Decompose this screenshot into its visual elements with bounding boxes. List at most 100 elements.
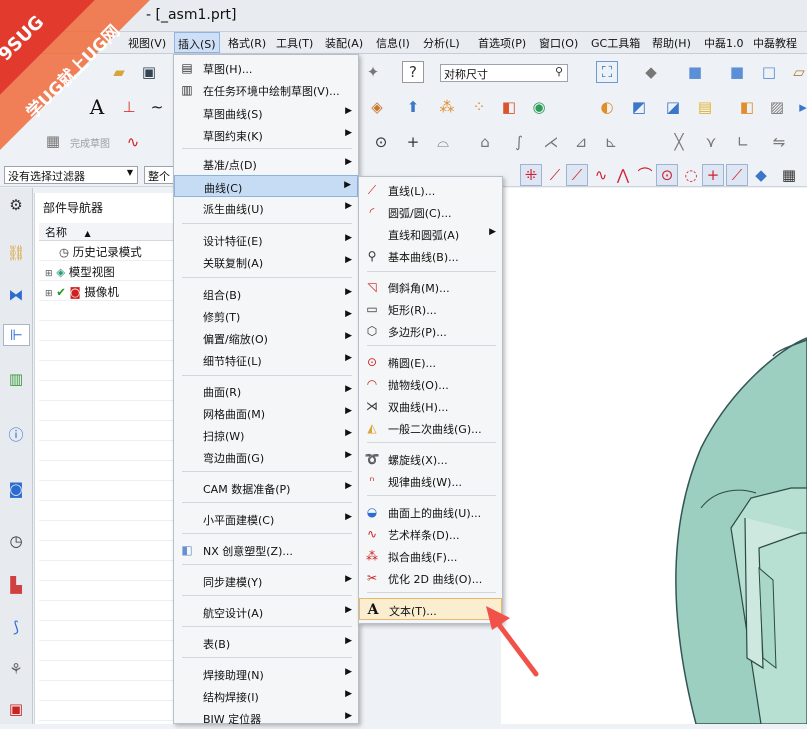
insert-menu-item[interactable]: 小平面建模(C) ▶ — [174, 508, 358, 530]
expand-plus-icon[interactable]: ⊞ — [45, 269, 53, 279]
open-folder-icon[interactable]: ▰ — [108, 61, 130, 83]
feature-icon[interactable]: ◉ — [528, 96, 550, 118]
web-browser-icon[interactable]: ◙ — [5, 478, 27, 500]
insert-menu-item[interactable]: 曲线(C) ▶ — [174, 175, 358, 197]
curve-menu-item[interactable]: ⁿ 规律曲线(W)... — [359, 470, 502, 492]
process-studio-icon[interactable]: ⚘ — [5, 658, 27, 680]
menu-assembly[interactable]: 装配(A) — [325, 35, 363, 51]
curve-menu-item[interactable]: ⬡ 多边形(P)... — [359, 320, 502, 342]
insert-menu-item[interactable]: 细节特征(L) ▶ — [174, 349, 358, 371]
palette-icon[interactable]: ▙ — [5, 574, 27, 596]
curve-tool-icon[interactable]: ∼ — [146, 96, 168, 118]
insert-menu-item[interactable]: 修剪(T) ▶ — [174, 305, 358, 327]
datum-csys-icon[interactable]: ⊥ — [118, 96, 140, 118]
curve-menu-item[interactable]: ◠ 抛物线(O)... — [359, 373, 502, 395]
tree-row-model-views[interactable]: ⊞ ◈ 模型视图 — [45, 264, 115, 280]
combine-icon[interactable]: ◧ — [498, 96, 520, 118]
menu-gc-toolbox[interactable]: GC工具箱 — [591, 35, 640, 51]
sheet-icon[interactable]: ▨ — [766, 96, 788, 118]
tree-row-cameras[interactable]: ⊞ ✔ ◙ 摄像机 — [45, 284, 119, 300]
menu-analysis[interactable]: 分析(L) — [423, 35, 460, 51]
more-tools-icon[interactable]: ▸ — [792, 96, 807, 118]
menu-zhonglei[interactable]: 中磊1.0 — [704, 35, 744, 51]
extend-icon[interactable]: ⊾ — [600, 131, 622, 153]
menu-window[interactable]: 窗口(O) — [539, 35, 578, 51]
trim-icon[interactable]: ⊿ — [570, 131, 592, 153]
menu-help[interactable]: 帮助(H) — [652, 35, 691, 51]
constraint-navigator-icon[interactable]: ⧓ — [5, 284, 27, 306]
insert-menu-item[interactable]: 派生曲线(U) ▶ — [174, 197, 358, 219]
curve-menu-item[interactable]: ∿ 艺术样条(D)... — [359, 523, 502, 545]
text-tool-icon[interactable]: A — [86, 96, 108, 118]
curve-menu-item[interactable]: ⋊ 双曲线(H)... — [359, 395, 502, 417]
render-style-icon[interactable]: ◆ — [640, 61, 662, 83]
menu-info[interactable]: 信息(I) — [376, 35, 410, 51]
center-icon[interactable]: ⊙ — [656, 164, 678, 186]
settings-gear-icon[interactable]: ⚙ — [5, 194, 27, 216]
curve-menu-item[interactable]: ◭ 一般二次曲线(G)... — [359, 417, 502, 439]
info-icon[interactable]: ? — [402, 61, 424, 83]
section-icon[interactable]: ▱ — [788, 61, 807, 83]
shaded-cube-icon[interactable]: ■ — [684, 61, 706, 83]
insert-menu-item[interactable]: 焊接助理(N) ▶ — [174, 663, 358, 685]
snap-point-icon[interactable]: ⁜ — [520, 164, 542, 186]
insert-menu-item[interactable]: 曲面(R) ▶ — [174, 380, 358, 402]
existing-point-icon[interactable]: + — [702, 164, 724, 186]
fit-view-icon[interactable]: ⛶ — [596, 61, 618, 83]
insert-menu-item[interactable]: 结构焊接(I) ▶ — [174, 685, 358, 707]
chamfer-tool-icon[interactable]: ◩ — [628, 96, 650, 118]
dimension-combo[interactable]: 对称尺寸 ⚲ — [440, 64, 568, 82]
grid-icon[interactable]: ▦ — [778, 164, 800, 186]
menu-preferences[interactable]: 首选项(P) — [478, 35, 526, 51]
cube-icon[interactable]: ■ — [726, 61, 748, 83]
boolean-icon[interactable]: ⁘ — [468, 96, 490, 118]
scope-combo[interactable]: 整个 — [144, 166, 174, 184]
pattern-icon[interactable]: ⁂ — [436, 96, 458, 118]
intersection-icon[interactable]: ⋀ — [612, 164, 634, 186]
curve-menu-item[interactable]: ◜ 圆弧/圆(C)... — [359, 201, 502, 223]
fillet-sketch-icon[interactable]: ⌓ — [432, 131, 454, 153]
history-clock-icon[interactable]: ◷ — [5, 530, 27, 552]
insert-menu-item[interactable]: 草图约束(K) ▶ — [174, 124, 358, 146]
end-point-icon[interactable]: ⟋ — [544, 164, 566, 186]
curve-menu-item[interactable]: ◒ 曲面上的曲线(U)... — [359, 501, 502, 523]
curve-menu-item[interactable]: ✂ 优化 2D 曲线(O)... — [359, 567, 502, 589]
menu-view[interactable]: 视图(V) — [128, 35, 166, 51]
insert-menu-item[interactable]: 弯边曲面(G) ▶ — [174, 446, 358, 468]
roles-icon[interactable]: ▣ — [5, 698, 27, 720]
insert-menu-item[interactable]: ▥ 在任务环境中绘制草图(V)... — [174, 79, 358, 101]
hole-icon[interactable]: ⬆ — [402, 96, 424, 118]
snap-icon[interactable]: ✦ — [362, 61, 384, 83]
save-icon[interactable]: ▣ — [138, 61, 160, 83]
extrude-icon[interactable]: ◈ — [366, 96, 388, 118]
rectangle-sketch-icon[interactable]: ⌂ — [474, 131, 496, 153]
menu-insert[interactable]: 插入(S) — [174, 32, 220, 53]
menu-zhonglei-tutorial[interactable]: 中磊教程 — [753, 35, 797, 51]
finish-sketch-label[interactable]: 完成草图 — [70, 135, 110, 150]
quick-trim-icon[interactable]: ╳ — [668, 131, 690, 153]
tree-row-history[interactable]: ◷ 历史记录模式 — [59, 244, 142, 260]
make-corner-icon[interactable]: ∟ — [732, 131, 754, 153]
surface-icon[interactable]: ▤ — [694, 96, 716, 118]
insert-menu-item[interactable]: 同步建模(Y) ▶ — [174, 570, 358, 592]
assembly-navigator-icon[interactable]: ⛓ — [5, 242, 27, 264]
finish-sketch-icon[interactable]: ▦ — [42, 130, 64, 152]
curve-menu-item[interactable]: ➰ 螺旋线(X)... — [359, 448, 502, 470]
curve-menu-item[interactable]: ▭ 矩形(R)... — [359, 298, 502, 320]
sew-icon[interactable]: ◧ — [736, 96, 758, 118]
insert-menu-item[interactable]: 关联复制(A) ▶ — [174, 251, 358, 273]
curve-menu-item[interactable]: ⊙ 椭圆(E)... — [359, 351, 502, 373]
insert-menu-item[interactable]: 网格曲面(M) ▶ — [174, 402, 358, 424]
offset-curve-icon[interactable]: ⋌ — [540, 131, 562, 153]
insert-menu-item[interactable]: 基准/点(D) ▶ — [174, 153, 358, 175]
part-navigator-icon[interactable]: ⊩ — [3, 324, 30, 346]
circle-icon[interactable]: ⊙ — [370, 131, 392, 153]
spline-sketch-icon[interactable]: ∫ — [508, 131, 530, 153]
insert-menu-item[interactable]: 扫掠(W) ▶ — [174, 424, 358, 446]
menu-tools[interactable]: 工具(T) — [276, 35, 313, 51]
mid-point-icon[interactable]: ⟋ — [566, 164, 588, 186]
wireframe-cube-icon[interactable]: □ — [758, 61, 780, 83]
curve-menu-item[interactable]: 直线和圆弧(A) ▶ — [359, 223, 502, 245]
insert-menu-item[interactable]: ▤ 草图(H)... — [174, 57, 358, 79]
arc-center-icon[interactable]: ⌒ — [634, 164, 656, 186]
